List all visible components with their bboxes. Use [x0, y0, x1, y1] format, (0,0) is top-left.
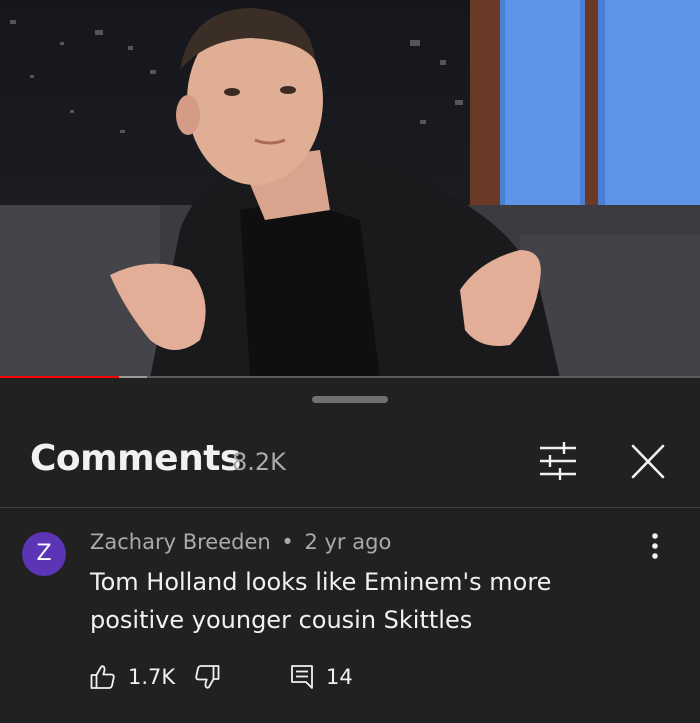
comment-text: Tom Holland looks like Eminem's more pos…: [90, 568, 552, 634]
sort-button[interactable]: [536, 441, 580, 481]
meta-separator: •: [281, 530, 294, 554]
more-vert-icon: [652, 533, 658, 559]
video-player[interactable]: [0, 0, 700, 378]
close-icon: [631, 444, 665, 479]
drag-handle[interactable]: [312, 396, 388, 403]
avatar-letter: Z: [36, 541, 52, 566]
avatar[interactable]: Z: [22, 532, 66, 576]
like-button[interactable]: 1.7K: [90, 663, 175, 691]
video-frame: [0, 0, 700, 378]
comments-count: 8.2K: [232, 448, 286, 476]
video-progress-bar[interactable]: [0, 376, 700, 378]
reply-icon: [291, 665, 313, 689]
header-divider: [0, 507, 700, 508]
reply-button[interactable]: 14: [290, 663, 353, 691]
comment-more-button[interactable]: [640, 531, 670, 561]
comment-time: 2 yr ago: [304, 530, 392, 554]
comments-sheet: Comments 8.2K Z Zachary Breeden • 2 yr a…: [0, 381, 700, 723]
thumbs-up-icon: [90, 665, 115, 689]
reply-count: 14: [326, 665, 353, 689]
comment-author[interactable]: Zachary Breeden: [90, 530, 271, 554]
dislike-button[interactable]: [194, 664, 220, 690]
comment-meta: Zachary Breeden • 2 yr ago: [90, 527, 391, 557]
thumbs-down-icon: [195, 665, 220, 689]
sliders-icon: [540, 442, 576, 480]
progress-played: [0, 376, 119, 378]
like-count: 1.7K: [128, 665, 176, 689]
close-button[interactable]: [626, 441, 670, 483]
comments-title: Comments: [30, 438, 241, 479]
